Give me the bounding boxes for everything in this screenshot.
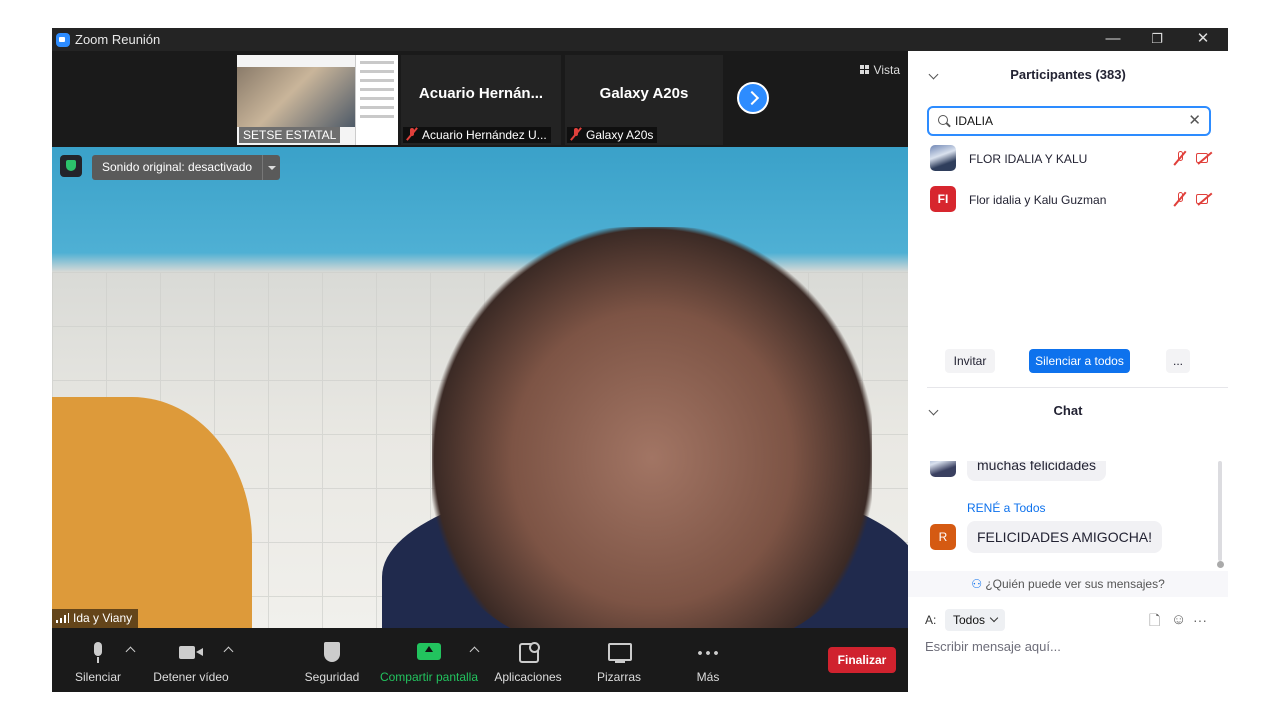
person-info-icon: ⚇ [971,577,982,591]
participant-avatar: FI [930,186,956,212]
video-area: SETSE ESTATAL Acuario Hernán... Acuario … [52,51,908,692]
participant-row[interactable]: FLOR IDALIA Y KALU [908,141,1228,177]
microphone-icon [86,642,110,664]
thumbnail-strip: SETSE ESTATAL Acuario Hernán... Acuario … [52,51,908,147]
restore-button[interactable]: ❐ [1134,28,1180,51]
zoom-logo-icon [56,33,70,47]
stop-video-button[interactable]: Detener vídeo [150,628,232,692]
scrollbar-thumb[interactable] [1217,561,1224,568]
grid-view-icon [859,65,869,74]
participant-row[interactable]: FI Flor idalia y Kalu Guzman [908,182,1228,218]
thumbnail-galaxy[interactable]: Galaxy A20s Galaxy A20s [565,55,723,145]
chat-sender: RENÉ a Todos [967,501,1046,515]
recipient-row: A: Todos 🗋 ☺ ··· [925,608,1215,632]
chevron-down-icon[interactable] [262,155,280,180]
search-icon [938,115,948,125]
end-meeting-button[interactable]: Finalizar [828,647,896,673]
whiteboards-button[interactable]: Pizarras [590,628,648,692]
file-icon[interactable]: 🗋 [1149,613,1160,627]
mic-muted-icon [407,128,417,140]
thumbnail-setse-estatal[interactable]: SETSE ESTATAL [237,55,398,145]
participant-name: Flor idalia y Kalu Guzman [969,193,1107,207]
title-bar: Zoom Reunión — ❐ ✕ [52,28,1228,51]
participant-avatar [930,145,956,171]
mic-muted-icon [571,128,581,140]
mute-all-button[interactable]: Silenciar a todos [1029,349,1130,373]
signal-bars-icon [56,613,69,623]
chat-avatar [930,461,956,477]
invite-button[interactable]: Invitar [945,349,995,373]
mic-muted-icon[interactable] [1174,192,1186,206]
encryption-shield-icon[interactable] [60,155,82,177]
chat-avatar: R [930,524,956,550]
apps-icon [516,642,540,664]
who-can-see-messages[interactable]: ⚇ ¿Quién puede ver sus mensajes? [908,571,1228,597]
participant-search-input[interactable] [955,112,1175,130]
clear-search-icon[interactable]: ✕ [1188,112,1201,130]
whiteboard-icon [607,642,632,664]
window-title: Zoom Reunión [75,32,161,47]
thumbnail-name: Galaxy A20s [599,85,689,102]
original-sound-button[interactable]: Sonido original: desactivado [92,155,263,180]
thumbnail-name: Acuario Hernán... [418,85,544,102]
chat-scrollbar[interactable] [1218,461,1222,561]
participant-name: FLOR IDALIA Y KALU [969,152,1088,166]
shield-icon [320,642,344,664]
share-screen-button[interactable]: Compartir pantalla [379,628,479,692]
participants-title: Participantes (383) [1010,67,1126,82]
speaker-name-label: Ida y Viany [52,609,139,628]
apps-button[interactable]: Aplicaciones [492,628,564,692]
divider [927,387,1228,388]
chat-message: muchas felicidades [967,461,1107,481]
chat-message: FELICIDADES AMIGOCHA! [967,521,1163,553]
thumbnail-acuario[interactable]: Acuario Hernán... Acuario Hernández U... [401,55,561,145]
camera-icon [179,642,203,664]
chevron-down-icon [989,613,999,623]
video-off-icon [1196,152,1214,164]
more-dots-icon [696,642,720,664]
to-label: A: [925,613,937,627]
thumbnail-label: Galaxy A20s [567,127,658,143]
chat-messages: muchas felicidades RENÉ a Todos R FELICI… [908,461,1228,573]
chat-title: Chat [1053,403,1083,418]
side-panel: Participantes (383) ✕ FLOR IDALIA Y KALU… [908,51,1228,692]
emoji-icon[interactable]: ☺ [1171,612,1186,627]
view-button[interactable]: Vista [859,63,900,77]
mic-muted-icon[interactable] [1174,151,1186,165]
audio-options-caret-icon[interactable] [125,646,136,657]
more-button[interactable]: Más [682,628,734,692]
chat-more-icon[interactable]: ··· [1193,613,1207,627]
main-video: Sonido original: desactivado Ida y Viany [52,147,908,628]
participant-search: ✕ [927,106,1211,136]
security-button[interactable]: Seguridad [300,628,364,692]
video-off-icon [1196,193,1214,205]
recipient-dropdown[interactable]: Todos [945,609,1006,631]
minimize-button[interactable]: — [1090,28,1136,51]
close-button[interactable]: ✕ [1180,28,1226,51]
thumbnail-label: SETSE ESTATAL [239,127,341,143]
thumbnail-label: Acuario Hernández U... [403,127,551,143]
next-page-arrow-icon[interactable] [737,82,769,114]
zoom-window: Zoom Reunión — ❐ ✕ SETSE ESTATAL Acuario… [52,28,1228,692]
mute-button[interactable]: Silenciar [70,628,126,692]
meeting-toolbar: Silenciar Detener vídeo Seguridad Compar… [52,628,908,692]
chat-message-input[interactable] [925,636,1215,656]
participants-more-button[interactable]: ... [1166,349,1190,373]
share-screen-icon [417,642,441,664]
